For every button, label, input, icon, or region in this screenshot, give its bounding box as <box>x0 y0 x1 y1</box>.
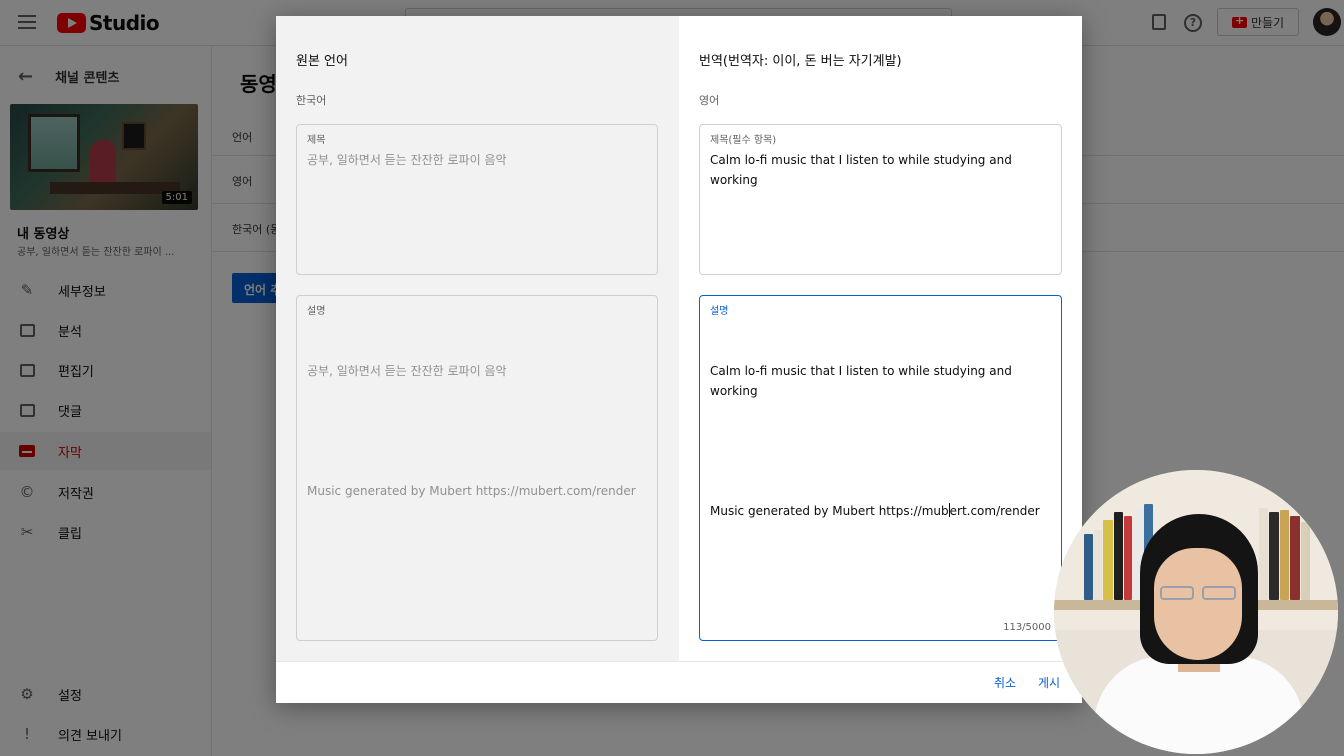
field-value: 공부, 일하면서 듣는 잔잔한 로파이 음악 Music generated b… <box>307 321 636 541</box>
original-title-field: 제목 공부, 일하면서 듣는 잔잔한 로파이 음악 <box>296 124 658 275</box>
field-label: 제목 <box>307 135 326 146</box>
field-value: 공부, 일하면서 듣는 잔잔한 로파이 음악 <box>307 153 507 167</box>
text-after-caret: ert.com/render <box>949 504 1040 518</box>
original-language-panel: 원본 언어 한국어 제목 공부, 일하면서 듣는 잔잔한 로파이 음악 설명 공… <box>276 16 679 661</box>
original-language: 한국어 <box>296 94 327 107</box>
translation-heading: 번역(번역자: 이이, 돈 버는 자기계발) <box>699 54 902 69</box>
description-line: Calm lo-fi music that I listen to while … <box>710 364 1016 398</box>
description-line: 공부, 일하면서 듣는 잔잔한 로파이 음악 <box>307 364 507 378</box>
field-label: 제목(필수 항목) <box>710 135 777 146</box>
translation-dialog: 원본 언어 한국어 제목 공부, 일하면서 듣는 잔잔한 로파이 음악 설명 공… <box>276 16 1082 703</box>
field-value: Calm lo-fi music that I listen to while … <box>710 321 1061 561</box>
webcam-overlay <box>1054 470 1338 754</box>
publish-button[interactable]: 게시 <box>1038 674 1060 691</box>
description-line: Music generated by Mubert https://mubert… <box>710 501 1061 521</box>
field-value: Calm lo-fi music that I listen to while … <box>710 153 1016 187</box>
dialog-footer: 취소 게시 <box>276 661 1082 703</box>
translated-title-field[interactable]: 제목(필수 항목) Calm lo-fi music that I listen… <box>699 124 1062 275</box>
cancel-button[interactable]: 취소 <box>994 674 1016 691</box>
text-before-caret: Music generated by Mubert https://mub <box>710 504 949 518</box>
translated-description-field[interactable]: 설명 Calm lo-fi music that I listen to whi… <box>699 295 1062 641</box>
original-heading: 원본 언어 <box>296 54 348 69</box>
translation-language: 영어 <box>699 94 720 107</box>
translation-panel: 번역(번역자: 이이, 돈 버는 자기계발) 영어 제목(필수 항목) Calm… <box>679 16 1082 661</box>
description-line: Music generated by Mubert https://mubert… <box>307 484 636 498</box>
field-label: 설명 <box>710 306 729 317</box>
original-description-field: 설명 공부, 일하면서 듣는 잔잔한 로파이 음악 Music generate… <box>296 295 658 641</box>
field-label: 설명 <box>307 306 326 317</box>
character-count: 113/5000 <box>1003 622 1051 633</box>
